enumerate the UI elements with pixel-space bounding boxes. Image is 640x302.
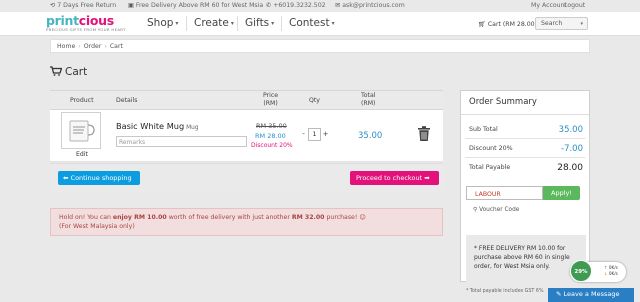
caret-down-icon: ▾ — [331, 20, 335, 27]
original-price: RM 35.00 — [256, 122, 287, 130]
mug-image — [69, 120, 95, 142]
product-thumbnail[interactable] — [61, 112, 101, 149]
cart-actions-bar: ⬅︎ Continue shopping Proceed to checkout… — [50, 163, 443, 193]
product-type: Mug — [186, 125, 199, 131]
cart-item-row: Edit Basic White MugMug RM 35.00 RM 28.0… — [50, 110, 443, 162]
nav-contest[interactable]: Contest ▾ — [289, 17, 335, 29]
mail-icon: ✉ — [335, 2, 341, 9]
quantity-stepper: -1 + — [299, 128, 330, 141]
voucher-code-link[interactable]: ⚲ Voucher Code — [473, 207, 519, 213]
caret-down-icon: ▾ — [230, 20, 234, 27]
page-title: Cart — [50, 66, 87, 78]
return-icon: ⟲ — [50, 2, 56, 9]
leave-a-message-button[interactable]: ✎ Leave a Message — [548, 288, 634, 302]
nav-divider — [237, 16, 238, 31]
discount-label: Discount 20% — [251, 142, 293, 149]
header-cart-link[interactable]: 🛒︎ Cart (RM 28.00) ▾ — [478, 20, 542, 28]
discounted-price: RM 28.00 — [255, 132, 286, 140]
total-payable-line: Total Payable 28.00 — [469, 163, 583, 173]
edit-item-link[interactable]: Edit — [76, 151, 88, 158]
product-name[interactable]: Basic White Mug Mug — [116, 121, 199, 131]
free-delivery-info: ▣ Free Delivery Above RM 60 for West Msia — [128, 2, 264, 9]
gst-note: * Total payable includes GST 6% — [466, 289, 544, 294]
caret-down-icon: ▾ — [271, 20, 275, 27]
nav-divider — [186, 16, 187, 31]
nav-create[interactable]: Create ▾ — [194, 17, 234, 29]
nav-shop[interactable]: Shop ▾ — [147, 17, 178, 29]
main-navbar: printcious PRECIOUS GIFTS FROM YOUR HEAR… — [0, 12, 640, 36]
free-delivery-note: * FREE DELIVERY RM 10.00 for purchase ab… — [466, 235, 586, 287]
header-details: Details — [116, 97, 138, 104]
my-account-link[interactable]: My Account — [531, 2, 567, 9]
cart-table-header: Product Details Price (RM) Qty Total (RM) — [50, 90, 443, 110]
cart-icon: 🛒︎ — [478, 21, 486, 28]
subtotal-value: 35.00 — [558, 125, 583, 135]
upload-arrow-icon: ↑ — [604, 265, 608, 270]
discount-value: -7.00 — [561, 144, 583, 154]
subtotal-line: Sub Total 35.00 — [469, 125, 583, 135]
email-link[interactable]: ✉ ask@printcious.com — [335, 2, 405, 9]
speed-percent: 29% — [570, 260, 592, 282]
search-dropdown-button[interactable]: Search ▾ — [535, 17, 588, 30]
header-total: Total (RM) — [361, 92, 376, 107]
apply-coupon-button[interactable]: Apply! — [543, 186, 580, 200]
network-speed-widget[interactable]: 29% ↑ 0K/s ↓ 0K/s — [570, 260, 626, 282]
nav-divider — [281, 16, 282, 31]
qty-decrease-button[interactable]: - — [299, 128, 308, 141]
row-total: 35.00 — [358, 131, 383, 141]
continue-shopping-button[interactable]: ⬅︎ Continue shopping — [58, 171, 140, 185]
qty-value[interactable]: 1 — [308, 128, 321, 141]
breadcrumb-order[interactable]: Order — [84, 43, 102, 50]
phone-info[interactable]: ✆ +6019.3232.502 — [266, 2, 326, 9]
breadcrumb-home[interactable]: Home — [57, 43, 75, 50]
qty-increase-button[interactable]: + — [321, 128, 330, 141]
header-product: Product — [70, 97, 94, 104]
printcious-logo[interactable]: printcious PRECIOUS GIFTS FROM YOUR HEAR… — [46, 14, 126, 34]
caret-down-icon: ▾ — [175, 20, 179, 27]
logout-link[interactable]: Logout — [564, 2, 585, 9]
free-return-info: ⟲ 7 Days Free Return — [50, 2, 117, 9]
search-icon: ⚲ — [473, 207, 478, 213]
coupon-code-input[interactable] — [466, 186, 543, 200]
remarks-input[interactable] — [116, 136, 247, 147]
proceed-to-checkout-button[interactable]: Proceed to checkout ➡︎ — [350, 171, 439, 185]
download-arrow-icon: ↓ — [604, 271, 608, 276]
top-info-bar: ⟲ 7 Days Free Return ▣ Free Delivery Above… — [0, 0, 640, 12]
truck-icon: ▣ — [128, 2, 134, 9]
free-delivery-alert: Hold on! You can enjoy RM 10.00 worth of… — [50, 208, 443, 236]
breadcrumb-cart: Cart — [109, 43, 123, 50]
order-summary-panel: Order Summary Sub Total 35.00 Discount 20… — [460, 90, 590, 287]
arrow-right-icon: ➡︎ — [424, 174, 430, 182]
shopping-cart-icon — [50, 66, 62, 76]
arrow-left-icon: ⬅︎ — [63, 174, 69, 182]
chat-icon: ✎ — [556, 290, 562, 298]
breadcrumb: Home › Order › Cart — [50, 39, 590, 53]
trash-icon[interactable] — [418, 126, 430, 141]
nav-gifts[interactable]: Gifts ▾ — [245, 17, 274, 29]
whatsapp-icon: ✆ — [266, 2, 272, 9]
header-price: Price (RM) — [263, 92, 279, 107]
order-summary-title: Order Summary — [461, 91, 589, 115]
discount-line: Discount 20% -7.00 — [469, 144, 583, 154]
header-qty: Qty — [309, 97, 320, 104]
total-payable-value: 28.00 — [557, 163, 583, 173]
caret-down-icon: ▾ — [580, 21, 583, 27]
